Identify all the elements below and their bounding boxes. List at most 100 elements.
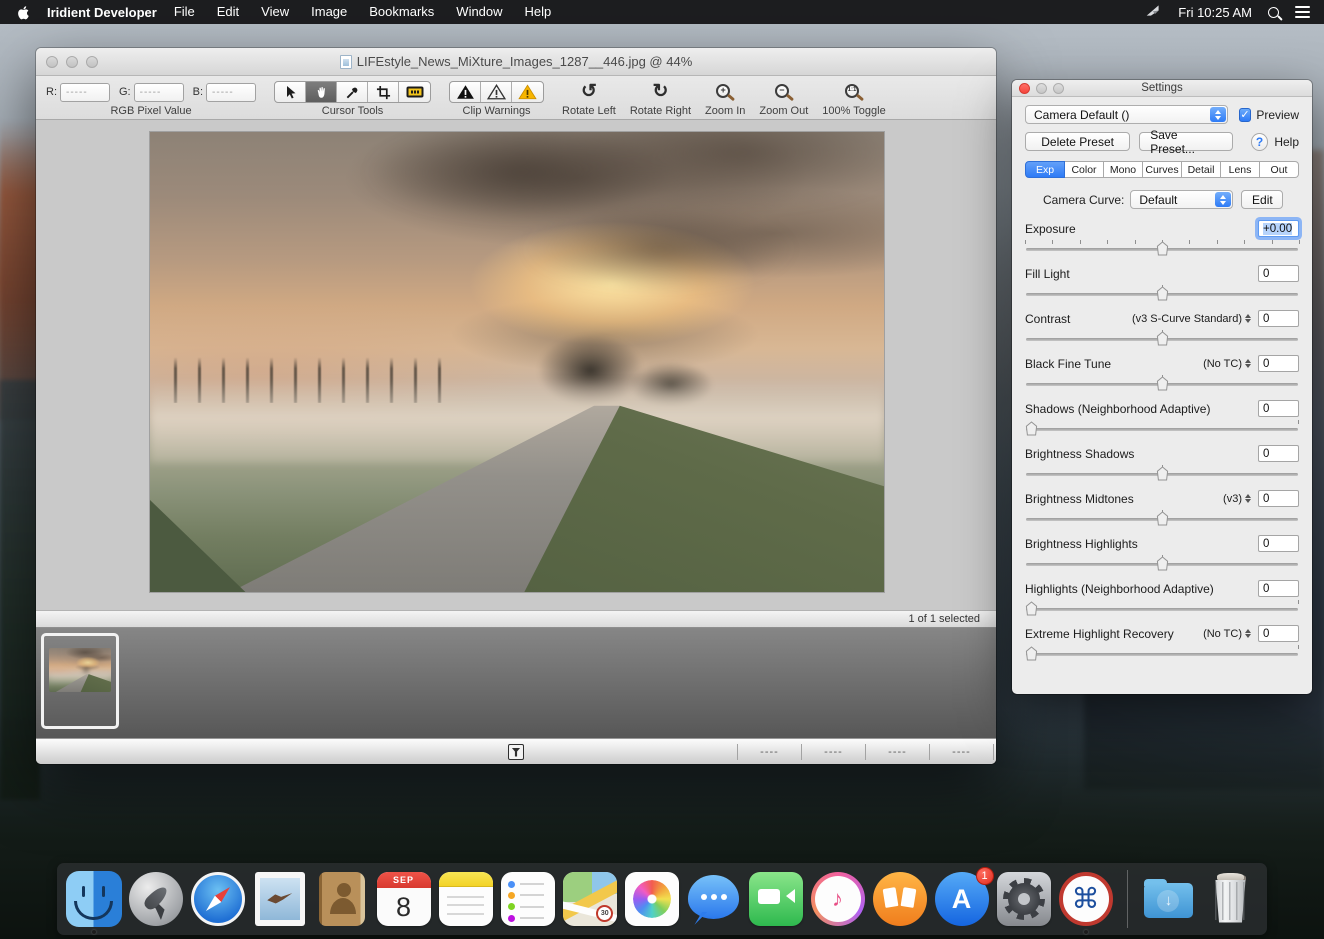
slider-thumb[interactable] (1156, 376, 1169, 391)
menu-app-name[interactable]: Iridient Developer (47, 5, 157, 20)
settings-title-bar[interactable]: Settings (1012, 80, 1312, 97)
rotate-left-button[interactable]: ↺Rotate Left (562, 81, 616, 117)
dock-mail[interactable] (252, 871, 308, 927)
toggle-100-button[interactable]: 1:1100% Toggle (822, 81, 885, 117)
preset-dropdown[interactable]: Camera Default () (1025, 105, 1228, 124)
slider-value-field[interactable]: 0 (1258, 535, 1299, 552)
filter-button[interactable] (508, 744, 524, 760)
eyedropper-tool-button[interactable] (337, 82, 368, 102)
slider-value-field[interactable]: 0 (1258, 625, 1299, 642)
menu-item-view[interactable]: View (250, 0, 300, 24)
dock-contacts[interactable] (314, 871, 370, 927)
tab-lens[interactable]: Lens (1221, 161, 1260, 178)
slider-thumb[interactable] (1156, 556, 1169, 571)
slider-mode-select[interactable]: (v3) (1223, 493, 1251, 505)
slider-thumb[interactable] (1156, 331, 1169, 346)
slider-track[interactable] (1026, 428, 1298, 431)
slider-thumb[interactable] (1156, 466, 1169, 481)
photo-preview[interactable] (150, 132, 884, 592)
tab-color[interactable]: Color (1065, 161, 1104, 178)
slider-thumb[interactable] (1025, 421, 1038, 436)
highlight-clip-warning-button[interactable] (512, 82, 543, 102)
menu-item-file[interactable]: File (163, 0, 206, 24)
dock-facetime[interactable] (748, 871, 804, 927)
close-button[interactable] (46, 56, 58, 68)
dock-reminders[interactable] (500, 871, 556, 927)
slider-value-field[interactable]: 0 (1258, 355, 1299, 372)
dock-calendar[interactable]: SEP 8 (376, 871, 432, 927)
tab-exp[interactable]: Exp (1025, 161, 1065, 178)
thumbnail-selected[interactable] (41, 633, 119, 729)
dock-finder[interactable] (66, 871, 122, 927)
slider-value-field[interactable]: 0 (1258, 490, 1299, 507)
slider-value-field[interactable]: 0 (1258, 580, 1299, 597)
menu-item-help[interactable]: Help (514, 0, 563, 24)
slider-label: Brightness Midtones (1025, 492, 1134, 506)
dock-safari[interactable] (190, 871, 246, 927)
dock-itunes[interactable]: ♪ (810, 871, 866, 927)
hand-tool-button[interactable] (306, 82, 337, 102)
window-title-bar[interactable]: LIFEstyle_News_MiXture_Images_1287__446.… (36, 48, 996, 76)
slider-value-field[interactable]: +0.00 (1258, 220, 1299, 237)
tab-mono[interactable]: Mono (1104, 161, 1143, 178)
edit-curve-button[interactable]: Edit (1241, 190, 1283, 209)
footer-value-cell: ---- (930, 746, 993, 758)
menu-item-bookmarks[interactable]: Bookmarks (358, 0, 445, 24)
rotate-right-button[interactable]: ↻Rotate Right (630, 81, 691, 117)
slider-mode-select[interactable]: (No TC) (1203, 628, 1251, 640)
slider-value-field[interactable]: 0 (1258, 310, 1299, 327)
menu-clock[interactable]: Fri 10:25 AM (1178, 5, 1252, 20)
spotlight-icon[interactable] (1268, 7, 1279, 18)
tab-curves[interactable]: Curves (1143, 161, 1182, 178)
camera-curve-dropdown[interactable]: Default (1130, 190, 1233, 209)
slider-thumb[interactable] (1156, 511, 1169, 526)
preview-checkbox[interactable]: ✓ (1239, 108, 1252, 122)
tab-detail[interactable]: Detail (1182, 161, 1221, 178)
black-clip-warning-button[interactable] (450, 82, 481, 102)
slider-track[interactable] (1026, 608, 1298, 611)
dock-notes[interactable] (438, 871, 494, 927)
dock-ibooks[interactable] (872, 871, 928, 927)
slider-track[interactable] (1026, 653, 1298, 656)
zoom-out-button[interactable]: −Zoom Out (759, 81, 808, 117)
slider-thumb[interactable] (1156, 286, 1169, 301)
crop-tool-button[interactable] (368, 82, 399, 102)
dock-app-store[interactable]: A 1 (934, 871, 990, 927)
dock-photos[interactable] (624, 871, 680, 927)
zoom-button[interactable] (86, 56, 98, 68)
menu-item-image[interactable]: Image (300, 0, 358, 24)
midtone-clip-warning-button[interactable] (481, 82, 512, 102)
arrow-tool-button[interactable] (275, 82, 306, 102)
slider-mode-select[interactable]: (No TC) (1203, 358, 1251, 370)
measure-tool-button[interactable] (399, 82, 430, 102)
slider-value-field[interactable]: 0 (1258, 400, 1299, 417)
dock-launchpad[interactable] (128, 871, 184, 927)
slider-thumb[interactable] (1025, 646, 1038, 661)
help-button[interactable]: ? (1251, 133, 1268, 151)
notification-center-icon[interactable] (1295, 6, 1310, 17)
footer-divider (993, 744, 994, 760)
slider-value-field[interactable]: 0 (1258, 445, 1299, 462)
dock-system-preferences[interactable] (996, 871, 1052, 927)
dock-trash[interactable] (1203, 871, 1259, 927)
slider-thumb[interactable] (1025, 601, 1038, 616)
minimize-button[interactable] (66, 56, 78, 68)
document-icon (340, 55, 352, 69)
slider-mode-select[interactable]: (v3 S-Curve Standard) (1132, 313, 1251, 325)
slider-value-field[interactable]: 0 (1258, 265, 1299, 282)
menu-item-window[interactable]: Window (445, 0, 513, 24)
clip-warnings-caption: Clip Warnings (463, 105, 531, 117)
zoom-in-button[interactable]: +Zoom In (705, 81, 745, 117)
tab-out[interactable]: Out (1260, 161, 1299, 178)
delete-preset-button[interactable]: Delete Preset (1025, 132, 1130, 151)
dock-downloads[interactable]: ↓ (1141, 871, 1197, 927)
dock-messages[interactable] (686, 871, 742, 927)
dock-maps[interactable]: 30 (562, 871, 618, 927)
dock-iridient-developer[interactable]: ⌘ (1058, 871, 1114, 927)
cursor-tools-group: Cursor Tools (274, 81, 431, 117)
apple-menu-icon[interactable] (18, 5, 31, 20)
save-preset-button[interactable]: Save Preset... (1139, 132, 1233, 151)
status-menu-icon[interactable] (1145, 3, 1162, 21)
menu-item-edit[interactable]: Edit (206, 0, 250, 24)
slider-thumb[interactable] (1156, 241, 1169, 256)
